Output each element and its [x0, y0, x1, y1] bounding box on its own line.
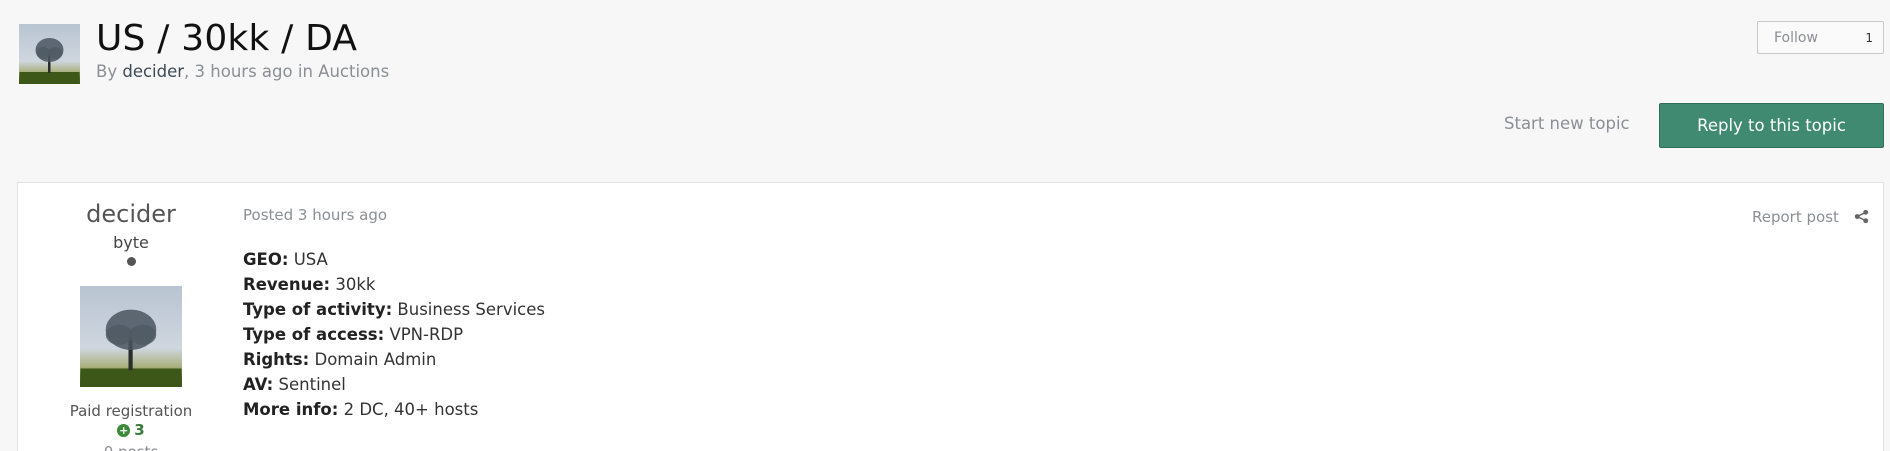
- offline-dot-icon: [127, 257, 136, 266]
- field-more-info: More info: 2 DC, 40+ hosts: [243, 397, 545, 422]
- in-label: in: [297, 62, 313, 81]
- field-revenue: Revenue: 30kk: [243, 272, 545, 297]
- author-group: Paid registration: [69, 402, 193, 420]
- field-key: Revenue:: [243, 275, 331, 294]
- field-value: VPN-RDP: [389, 325, 464, 344]
- field-key: Rights:: [243, 350, 310, 369]
- field-value: USA: [293, 250, 328, 269]
- tree-image-icon: [80, 309, 182, 387]
- posted-label: Posted: [243, 206, 294, 224]
- field-value: Domain Admin: [314, 350, 437, 369]
- by-label: By: [96, 62, 118, 81]
- topic-time: 3 hours ago: [194, 62, 293, 81]
- post-body: GEO: USA Revenue: 30kk Type of activity:…: [243, 247, 545, 422]
- follow-label: Follow: [1774, 29, 1818, 46]
- field-key: GEO:: [243, 250, 289, 269]
- field-key: AV:: [243, 375, 274, 394]
- field-activity-type: Type of activity: Business Services: [243, 297, 545, 322]
- author-rank: byte: [113, 233, 149, 252]
- field-geo: GEO: USA: [243, 247, 545, 272]
- post-container: decider byte Paid registration + 3 0 pos…: [17, 182, 1884, 451]
- author-post-count: 0 posts: [18, 443, 244, 451]
- tree-image-icon: [19, 38, 80, 84]
- report-post-link[interactable]: Report post: [1752, 208, 1839, 226]
- topic-meta: By decider, 3 hours ago in Auctions: [96, 62, 389, 81]
- field-av: AV: Sentinel: [243, 372, 545, 397]
- field-value: 30kk: [335, 275, 376, 294]
- follow-button[interactable]: Follow 1: [1757, 21, 1884, 54]
- field-key: More info:: [243, 400, 339, 419]
- field-key: Type of activity:: [243, 300, 393, 319]
- start-new-topic-link[interactable]: Start new topic: [1504, 114, 1630, 133]
- follow-count: 1: [1865, 30, 1873, 45]
- topic-author-link[interactable]: decider: [122, 62, 184, 81]
- topic-page: US / 30kk / DA By decider, 3 hours ago i…: [0, 0, 1890, 451]
- share-icon[interactable]: [1854, 209, 1869, 224]
- author-reputation: + 3: [18, 421, 244, 439]
- field-rights: Rights: Domain Admin: [243, 347, 545, 372]
- post-author-name[interactable]: decider: [18, 200, 244, 228]
- meta-comma: ,: [184, 62, 190, 81]
- topic-author-avatar[interactable]: [19, 24, 80, 84]
- field-value: Sentinel: [278, 375, 346, 394]
- field-access-type: Type of access: VPN-RDP: [243, 322, 545, 347]
- plus-circle-icon: +: [117, 423, 131, 437]
- reply-to-topic-button[interactable]: Reply to this topic: [1659, 103, 1884, 148]
- field-key: Type of access:: [243, 325, 385, 344]
- reputation-count: 3: [134, 421, 145, 439]
- posted-time-link[interactable]: 3 hours ago: [298, 206, 387, 224]
- post-author-avatar[interactable]: [80, 286, 182, 387]
- field-value: 2 DC, 40+ hosts: [343, 400, 479, 419]
- topic-title: US / 30kk / DA: [96, 18, 358, 59]
- category-link[interactable]: Auctions: [318, 62, 389, 81]
- posted-line: Posted 3 hours ago: [243, 206, 387, 224]
- field-value: Business Services: [397, 300, 546, 319]
